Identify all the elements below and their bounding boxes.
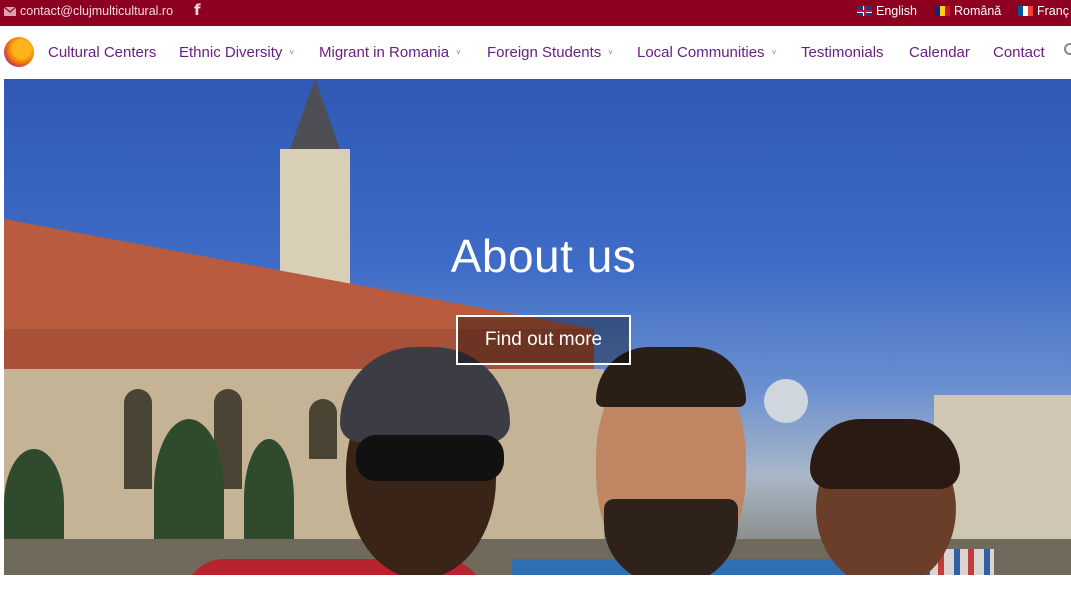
- language-french-link[interactable]: Franç: [1018, 4, 1069, 18]
- hero-title: About us: [450, 230, 637, 282]
- nav-item-label: Calendar: [909, 44, 970, 61]
- facebook-icon[interactable]: f: [194, 1, 201, 19]
- nav-item-label: Migrant in Romania: [319, 44, 450, 61]
- church-window: [124, 389, 152, 489]
- chevron-down-icon: ˅: [608, 48, 613, 57]
- church-window: [309, 399, 337, 459]
- child-hair: [810, 419, 960, 489]
- find-out-more-button[interactable]: Find out more: [456, 315, 631, 365]
- nav-item-label: Cultural Centers: [48, 44, 157, 61]
- nav-item-local-communities[interactable]: Local Communities ˅: [637, 44, 776, 61]
- nav-item-migrant-in-romania[interactable]: Migrant in Romania ˅: [319, 44, 461, 61]
- nav-item-label: Foreign Students: [487, 44, 602, 61]
- nav-item-contact[interactable]: Contact: [993, 44, 1045, 61]
- nav-item-foreign-students[interactable]: Foreign Students ˅: [487, 44, 613, 61]
- chevron-down-icon: ˅: [289, 48, 295, 57]
- uk-flag-icon: [857, 6, 872, 16]
- language-english-label: English: [876, 4, 917, 18]
- language-romanian-label: Română: [954, 4, 1002, 18]
- tree: [154, 419, 224, 559]
- search-icon[interactable]: [1064, 43, 1071, 55]
- hero-banner: About us Find out more: [4, 79, 1071, 575]
- top-bar: contact@clujmulticultural.ro f English R…: [0, 0, 1071, 26]
- nav-item-testimonials[interactable]: Testimonials: [801, 44, 884, 61]
- envelope-icon: [4, 6, 16, 16]
- nav-item-cultural-centers[interactable]: Cultural Centers: [48, 44, 156, 61]
- nav-item-label: Ethnic Diversity: [179, 44, 283, 61]
- church-spire: [290, 79, 340, 149]
- nav-item-label: Contact: [993, 44, 1045, 61]
- main-navigation: Cultural Centers Ethnic Diversity ˅ Migr…: [0, 26, 1071, 79]
- language-romanian-link[interactable]: Română: [935, 4, 1001, 18]
- chevron-down-icon: ˅: [771, 48, 777, 57]
- romania-flag-icon: [935, 6, 950, 16]
- nav-item-calendar[interactable]: Calendar: [909, 44, 970, 61]
- woman-sunglasses: [356, 435, 504, 481]
- building-dome: [764, 379, 808, 423]
- chevron-down-icon: ˅: [456, 48, 461, 57]
- language-french-label: Franç: [1037, 4, 1069, 18]
- site-logo[interactable]: [4, 37, 34, 67]
- france-flag-icon: [1018, 6, 1033, 16]
- nav-item-ethnic-diversity[interactable]: Ethnic Diversity ˅: [179, 44, 294, 61]
- nav-item-label: Testimonials: [801, 44, 884, 61]
- contact-email-link[interactable]: contact@clujmulticultural.ro: [4, 4, 173, 18]
- nav-item-label: Local Communities: [637, 44, 765, 61]
- contact-email-text: contact@clujmulticultural.ro: [20, 4, 174, 18]
- man-beard: [604, 499, 738, 575]
- language-english-link[interactable]: English: [857, 4, 917, 18]
